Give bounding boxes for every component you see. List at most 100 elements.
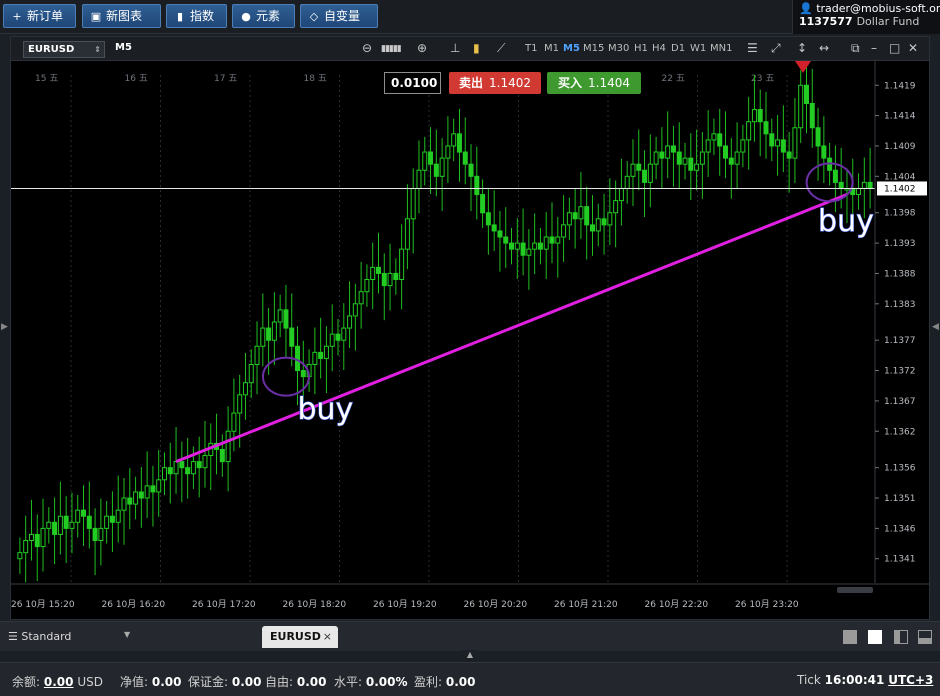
layers-icon[interactable]: ☰ bbox=[747, 41, 758, 55]
profit-value: 0.00 bbox=[445, 675, 476, 689]
top-tick-label: 15 五 bbox=[35, 74, 58, 84]
price-chart[interactable]: 15 五16 五17 五18 五19 五20 五21 五22 五23 五buyb… bbox=[11, 61, 929, 619]
tf-d1[interactable]: D1 bbox=[671, 43, 685, 54]
layout-columns-icon[interactable] bbox=[894, 630, 908, 644]
new-chart-label: 新图表 bbox=[106, 9, 143, 23]
candle-body bbox=[283, 309, 289, 329]
close-icon[interactable]: ✕ bbox=[908, 41, 918, 55]
time-tick-label: 26 10月 19:20 bbox=[373, 599, 437, 610]
candle-body bbox=[682, 157, 688, 165]
vertical-scale-icon[interactable]: ↕ bbox=[797, 41, 807, 55]
candle-body bbox=[92, 527, 98, 542]
tf-h1[interactable]: H1 bbox=[634, 43, 648, 54]
layout-single-icon[interactable] bbox=[843, 630, 857, 644]
layout-rows-icon[interactable] bbox=[918, 630, 932, 644]
chart-window: EURUSD ⇕ M5 ⊖ ▮▮▮▮▮ ⊕ ⊥ ▮ ⟋ T1 M1 M5 M15 … bbox=[10, 36, 930, 620]
candle-body bbox=[69, 521, 75, 529]
variables-button[interactable]: ◇ 自变量 bbox=[300, 4, 378, 28]
buy-price: 1.1404 bbox=[588, 76, 630, 90]
candle-body bbox=[699, 151, 705, 165]
layout-grid-icon[interactable] bbox=[868, 630, 882, 644]
fund-label: Dollar Fund bbox=[856, 15, 920, 28]
candle-body bbox=[723, 145, 729, 159]
tf-m1[interactable]: M1 bbox=[544, 43, 559, 54]
bottom-tab-bar: ☰ Standard ▼ EURUSD × bbox=[0, 621, 940, 651]
price-tick-label: 1.1393 bbox=[884, 239, 916, 249]
candle-body bbox=[190, 461, 196, 475]
candle-body bbox=[86, 515, 92, 529]
price-tick-label: 1.1419 bbox=[884, 81, 916, 91]
new-chart-button[interactable]: ▣ 新图表 bbox=[82, 4, 161, 28]
fit-icon[interactable]: ⤢ bbox=[771, 41, 781, 56]
detach-icon[interactable]: ⧉ bbox=[851, 41, 860, 56]
new-order-button[interactable]: + 新订单 bbox=[3, 4, 76, 28]
candle-body bbox=[323, 345, 329, 359]
template-select[interactable]: ☰ Standard ▼ bbox=[8, 630, 130, 643]
price-tick-label: 1.1377 bbox=[884, 336, 916, 346]
horizontal-scale-icon[interactable]: ↔ bbox=[819, 41, 829, 55]
candle-body bbox=[254, 345, 260, 365]
candle-body bbox=[127, 497, 133, 505]
candle-body bbox=[636, 163, 642, 171]
price-tick-label: 1.1356 bbox=[884, 464, 916, 474]
candle-body bbox=[578, 206, 584, 220]
candle-body bbox=[821, 145, 827, 159]
candle-body bbox=[676, 151, 682, 165]
candle-body bbox=[740, 139, 746, 153]
tf-w1[interactable]: W1 bbox=[690, 43, 706, 54]
price-tick-label: 1.1404 bbox=[884, 172, 916, 182]
tf-m30[interactable]: M30 bbox=[608, 43, 629, 54]
tf-t1[interactable]: T1 bbox=[525, 43, 537, 54]
tf-h4[interactable]: H4 bbox=[652, 43, 666, 54]
zoom-out-icon[interactable]: ⊖ bbox=[362, 41, 372, 55]
candle-body bbox=[295, 345, 301, 372]
minimize-icon[interactable]: – bbox=[871, 41, 877, 55]
symbol-tab[interactable]: EURUSD × bbox=[262, 626, 338, 648]
buy-button[interactable]: 买入 1.1404 bbox=[547, 72, 641, 94]
sell-button[interactable]: 卖出 1.1402 bbox=[449, 72, 541, 94]
plot-background bbox=[11, 61, 929, 619]
variables-label: 自变量 bbox=[324, 9, 361, 23]
maximize-icon[interactable]: □ bbox=[889, 41, 900, 55]
line-chart-icon[interactable]: ⟋ bbox=[497, 41, 505, 56]
candle-body bbox=[613, 200, 619, 214]
buy-annotation: buy bbox=[298, 392, 354, 427]
symbol-select[interactable]: EURUSD ⇕ bbox=[23, 41, 105, 58]
candle-body bbox=[34, 533, 40, 548]
horizontal-scrollbar[interactable] bbox=[837, 587, 873, 593]
tf-m5[interactable]: M5 bbox=[563, 43, 580, 54]
candlestick-icon[interactable]: ▮ bbox=[473, 41, 480, 55]
candle-body bbox=[40, 527, 46, 548]
candle-body bbox=[746, 121, 752, 141]
tf-m15[interactable]: M15 bbox=[583, 43, 604, 54]
time-tick-label: 26 10月 21:20 bbox=[554, 599, 618, 610]
candle-body bbox=[618, 187, 624, 202]
price-tick-label: 1.1388 bbox=[884, 269, 916, 279]
candle-body bbox=[46, 521, 52, 529]
zoom-in-icon[interactable]: ⊕ bbox=[417, 41, 427, 55]
bar-chart-type-icon[interactable]: ⊥ bbox=[450, 41, 460, 55]
time-tick-label: 26 10月 17:20 bbox=[192, 599, 256, 610]
elements-button[interactable]: ● 元素 bbox=[232, 4, 295, 28]
account-info[interactable]: 👤 trader@mobius-soft.org 1137577 Dollar F… bbox=[792, 0, 940, 34]
tf-mn1[interactable]: MN1 bbox=[710, 43, 732, 54]
candle-body bbox=[867, 181, 873, 189]
time-tick-label: 26 10月 20:20 bbox=[464, 599, 528, 610]
candle-body bbox=[815, 127, 821, 147]
lot-size-input[interactable]: 0.0100 bbox=[384, 72, 441, 94]
tab-close-icon[interactable]: × bbox=[323, 626, 332, 648]
panel-collapse-icon[interactable]: ▲ bbox=[462, 650, 478, 660]
candle-body bbox=[63, 515, 69, 529]
right-panel-toggle-icon[interactable]: ◀ bbox=[932, 322, 939, 332]
timezone-select[interactable]: UTC+3 bbox=[888, 673, 933, 687]
top-toolbar: + 新订单 ▣ 新图表 ▮ 指数 ● 元素 ◇ 自变量 👤 trader@mobius-s… bbox=[0, 0, 940, 34]
price-tick-label: 1.1351 bbox=[884, 494, 916, 504]
candle-body bbox=[670, 145, 676, 153]
candle-body bbox=[456, 133, 462, 153]
left-panel-toggle-icon[interactable]: ▶ bbox=[1, 322, 8, 332]
sell-price: 1.1402 bbox=[489, 76, 531, 90]
indicators-button[interactable]: ▮ 指数 bbox=[166, 4, 227, 28]
time-tick-label: 26 10月 16:20 bbox=[102, 599, 166, 610]
candle-body bbox=[497, 230, 503, 238]
candle-body bbox=[642, 169, 648, 183]
